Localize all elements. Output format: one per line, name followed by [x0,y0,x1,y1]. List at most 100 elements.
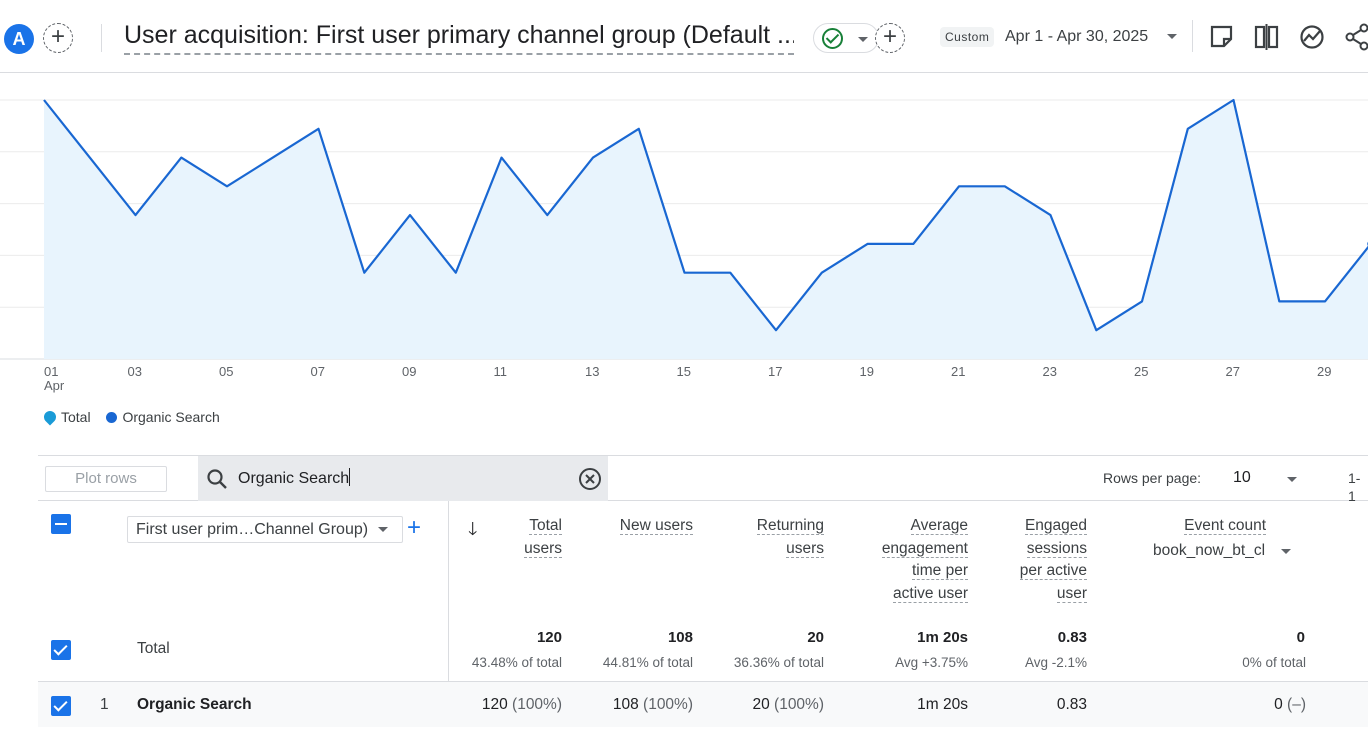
search-input-value: Organic Search [238,470,350,487]
event-name-select[interactable]: book_now_bt_cl [1153,541,1265,561]
header-divider [101,24,102,52]
column-header-event-count[interactable]: Event count [1184,515,1266,538]
row-cell-engaged-sessions: 0.83 [1057,696,1087,714]
dimension-select[interactable]: First user prim…Channel Group) [127,516,403,543]
total-value: 108 [667,629,693,646]
chart-area-fill [44,100,1368,359]
legend-label-total: Total [61,409,91,426]
report-title[interactable]: User acquisition: First user primary cha… [124,20,794,55]
header-line: time per [912,562,968,580]
select-all-checkbox[interactable] [51,514,71,534]
x-tick-label: 17 [768,364,782,379]
x-tick-label: 29 [1317,364,1331,379]
x-tick-label: 27 [1226,364,1240,379]
dimension-select-label: First user prim…Channel Group) [136,521,369,538]
total-value: 0 [1296,629,1305,646]
header-line: users [524,539,562,558]
x-tick-label: 25 [1134,364,1148,379]
cell-value: 120 [481,696,508,713]
row-cell-new-users: 108 (100%) [613,696,693,714]
x-tick-label: 03 [128,364,142,379]
row-cell-avg-engagement: 1m 20s [917,696,968,714]
insights-trend-icon[interactable] [1297,22,1327,52]
totals-checkbox[interactable] [51,640,71,660]
x-tick-label: 01 [44,364,58,379]
x-tick-label: 07 [311,364,325,379]
column-header-engaged-sessions[interactable]: Engaged sessions per active user [1019,515,1087,605]
date-range-picker[interactable]: Apr 1 - Apr 30, 2025 [1005,27,1148,47]
total-sub: 44.81% of total [602,655,693,670]
series-dot-icon [106,412,118,424]
legend-label-organic-search: Organic Search [122,409,220,426]
report-header: A + User acquisition: First user primary… [0,0,1368,73]
cell-pct: (–) [1287,696,1306,713]
cell-value: 1m 20s [917,696,968,713]
event-name-value: book_now_bt_cl [1153,542,1266,559]
search-input[interactable]: Organic Search [238,468,351,489]
cell-pct: (100%) [774,696,824,713]
header-line: sessions [1026,539,1087,558]
data-table: First user prim…Channel Group) + 🡓 Total… [38,501,1368,736]
column-header-returning-users[interactable]: Returning users [756,515,824,560]
column-header-total-users[interactable]: Total users [524,515,562,560]
cell-pct: (100%) [512,696,562,713]
total-sub: Avg -2.1% [1024,655,1087,670]
row-index: 1 [100,696,109,713]
cell-pct: (100%) [643,696,693,713]
cell-value: 0 [1274,696,1283,713]
total-sub: 43.48% of total [471,655,562,670]
total-sub: 0% of total [1242,655,1306,670]
x-tick-label: 15 [677,364,691,379]
header-line: users [786,539,824,558]
clear-search-icon[interactable] [578,467,602,491]
cell-value: 20 [752,696,770,713]
legend-item-total[interactable]: Total [41,408,91,426]
header-line: Average [910,517,968,535]
sort-descending-icon[interactable]: 🡓 [468,517,477,547]
header-line: New users [619,517,693,535]
chart-legend: Total Organic Search [41,408,232,426]
custom-date-chip: Custom [940,27,995,47]
total-drop-icon [41,408,59,426]
check-circle-icon [822,28,843,49]
report-status-dropdown[interactable] [813,23,879,53]
compare-columns-icon[interactable] [1252,22,1282,52]
row-checkbox[interactable] [51,696,71,716]
plot-rows-button[interactable]: Plot rows [45,466,167,492]
dimension-caret-icon[interactable] [378,527,388,532]
column-header-new-users[interactable]: New users [619,515,693,538]
table-toolbar: Plot rows Organic Search Rows per page: … [38,455,1368,504]
add-comparison-button[interactable]: + [43,23,73,53]
table-row[interactable]: 1 Organic Search 120 (100%) 108 (100%) 2… [38,681,1368,727]
add-filter-button[interactable]: + [875,23,905,53]
table-search-field[interactable]: Organic Search [198,456,608,501]
total-value: 0.83 [1057,629,1087,646]
header-line: Returning [756,517,824,535]
add-dimension-button[interactable]: + [407,514,421,542]
insights-note-icon[interactable] [1207,22,1237,52]
chevron-down-icon [858,37,868,42]
date-range-caret-icon[interactable] [1167,34,1177,39]
event-select-caret-icon[interactable] [1281,549,1291,554]
x-tick-label: 19 [860,364,874,379]
x-tick-label: 05 [219,364,233,379]
total-value: 120 [536,629,562,646]
header-divider-2 [1192,20,1193,52]
rows-per-page-label: Rows per page: [1103,470,1202,486]
search-icon [207,469,227,489]
legend-item-organic-search[interactable]: Organic Search [106,409,220,426]
x-tick-label: 21 [951,364,965,379]
header-line: Total [529,517,562,535]
text-cursor [349,468,351,486]
row-cell-total-users: 120 (100%) [482,696,562,714]
row-cell-event-count: 0 (–) [1274,696,1306,714]
x-tick-label: 11 [494,364,508,379]
share-icon[interactable] [1342,22,1368,52]
header-line: Event count [1184,517,1266,535]
account-avatar[interactable]: A [4,24,34,54]
rows-per-page-caret-icon[interactable] [1287,477,1297,482]
rows-per-page-select[interactable]: 10 [1233,469,1251,487]
cell-value: 0.83 [1056,696,1087,713]
x-tick-label: 13 [585,364,599,379]
column-header-avg-engagement[interactable]: Average engagement time per active user [881,515,968,605]
